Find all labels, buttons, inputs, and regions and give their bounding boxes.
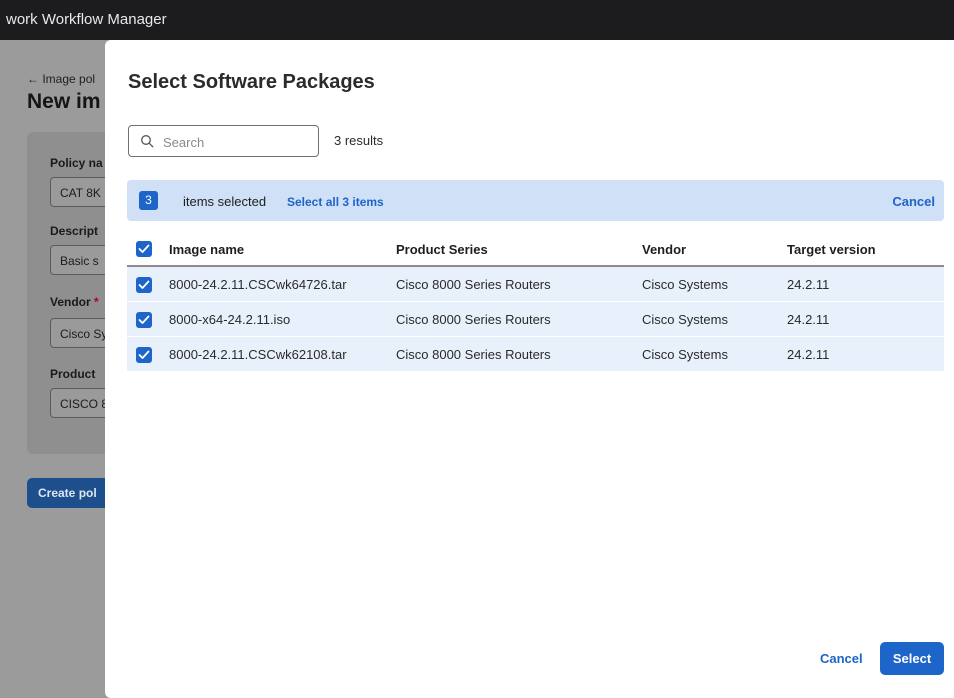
select-all-link[interactable]: Select all 3 items — [287, 195, 384, 209]
cell-target-version: 24.2.11 — [787, 312, 830, 327]
select-all-checkbox[interactable] — [136, 241, 152, 257]
column-header-target-version[interactable]: Target version — [787, 242, 882, 257]
cell-vendor: Cisco Systems — [642, 312, 728, 327]
vendor-value: Cisco Sy — [60, 327, 108, 341]
table-row[interactable]: 8000-24.2.11.CSCwk64726.tar Cisco 8000 S… — [127, 267, 944, 302]
search-input[interactable] — [163, 132, 313, 152]
cancel-button[interactable]: Cancel — [820, 651, 863, 666]
cell-vendor: Cisco Systems — [642, 347, 728, 362]
column-header-product-series[interactable]: Product Series — [396, 242, 488, 257]
product-label: Product — [50, 367, 96, 381]
description-label: Descript — [50, 224, 99, 238]
selection-cancel-link[interactable]: Cancel — [892, 194, 935, 209]
vendor-label-text: Vendor — [50, 295, 91, 309]
select-packages-modal: Select Software Packages 3 results 3 ite… — [105, 40, 954, 698]
check-icon — [138, 350, 150, 359]
search-icon — [141, 135, 154, 148]
check-icon — [138, 244, 150, 253]
select-button[interactable]: Select — [880, 642, 944, 675]
cell-product-series: Cisco 8000 Series Routers — [396, 277, 551, 292]
table-row[interactable]: 8000-x64-24.2.11.iso Cisco 8000 Series R… — [127, 302, 944, 337]
results-count: 3 results — [334, 133, 384, 148]
cell-target-version: 24.2.11 — [787, 347, 830, 362]
cell-target-version: 24.2.11 — [787, 277, 830, 292]
required-mark: * — [94, 295, 99, 309]
row-checkbox[interactable] — [136, 277, 152, 293]
packages-table: Image name Product Series Vendor Target … — [127, 231, 944, 372]
cell-image-name: 8000-24.2.11.CSCwk62108.tar — [169, 347, 347, 362]
cell-product-series: Cisco 8000 Series Routers — [396, 347, 551, 362]
policy-name-label: Policy na — [50, 156, 103, 170]
app-title: work Workflow Manager — [6, 11, 167, 28]
items-selected-text: items selected — [183, 194, 267, 209]
cell-vendor: Cisco Systems — [642, 277, 728, 292]
row-checkbox[interactable] — [136, 312, 152, 328]
back-link[interactable]: ← Image pol — [27, 72, 95, 86]
selection-bar: 3 items selected Select all 3 items Canc… — [127, 180, 944, 221]
selected-count-badge: 3 — [139, 191, 158, 210]
cell-image-name: 8000-24.2.11.CSCwk64726.tar — [169, 277, 347, 292]
create-policy-label: Create pol — [38, 486, 97, 500]
app-header: work Workflow Manager — [0, 0, 954, 40]
table-header: Image name Product Series Vendor Target … — [127, 231, 944, 267]
policy-name-value: CAT 8K — [60, 186, 101, 200]
product-value: CISCO 8 — [60, 397, 109, 411]
check-icon — [138, 315, 150, 324]
description-value: Basic s — [60, 254, 99, 268]
row-checkbox[interactable] — [136, 347, 152, 363]
table-row[interactable]: 8000-24.2.11.CSCwk62108.tar Cisco 8000 S… — [127, 337, 944, 372]
cell-image-name: 8000-x64-24.2.11.iso — [169, 312, 291, 327]
column-header-image-name[interactable]: Image name — [169, 242, 244, 257]
search-box[interactable] — [128, 125, 319, 157]
vendor-label: Vendor * — [50, 295, 99, 309]
cell-product-series: Cisco 8000 Series Routers — [396, 312, 551, 327]
check-icon — [138, 280, 150, 289]
modal-title: Select Software Packages — [128, 71, 375, 93]
page-title: New im — [27, 90, 101, 113]
column-header-vendor[interactable]: Vendor — [642, 242, 686, 257]
